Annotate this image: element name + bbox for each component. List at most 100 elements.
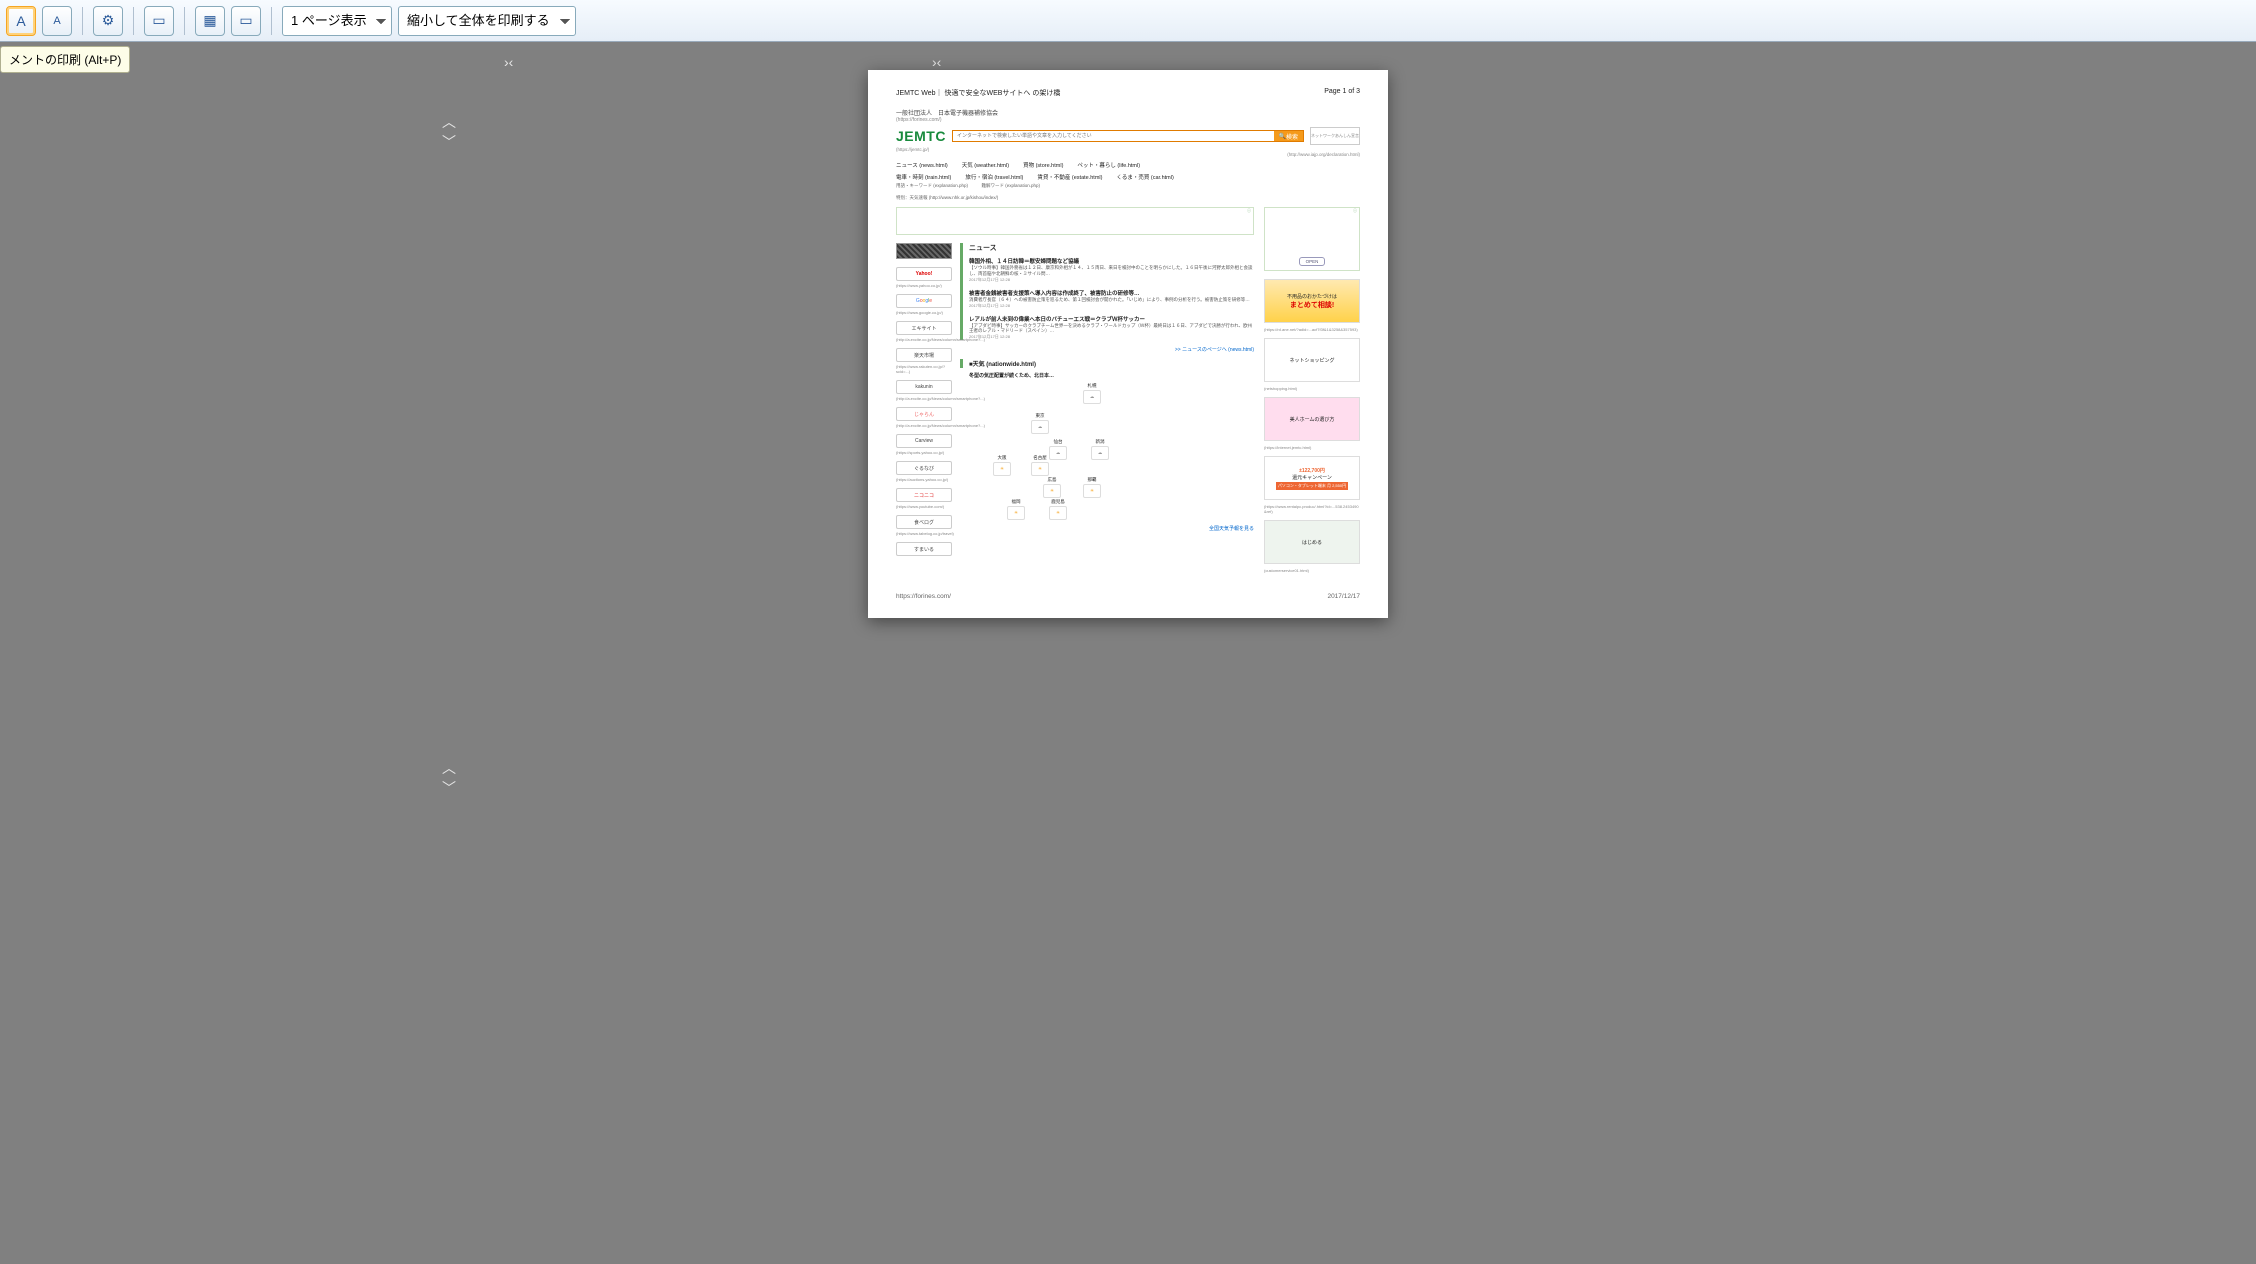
nav-item[interactable]: 電車・時刻 (train.html) [896,173,951,181]
portal-url: (https://www.rakuten.co.jp/?scid=...) [896,364,952,374]
sun-icon: ☀ [993,462,1011,476]
weather-city-name: 東京 [1026,413,1054,419]
side-banner[interactable]: ネットショッピング [1264,338,1360,382]
news-title[interactable]: レアルが前人未到の偉業へ本日のバチューエス戦＝クラブＷ杯サッカー [969,315,1254,323]
portal-link-google[interactable]: Google [896,294,952,308]
main-column: ⓘ Yahoo! (https://www.yahoo.co.jp/) Goog… [896,207,1254,579]
settings-gear-button[interactable]: ⚙ [93,6,123,36]
sun-icon: ☀ [1043,484,1061,498]
page-header-title: JEMTC Web｜ 快適で安全なWEBサイトへ の架け橋 [896,88,1060,98]
footer-url: https://forines.com/ [896,593,951,600]
news-desc: 【アブダビ時事】サッカーのクラブチーム世界一を決めるクラブ・ワールドカップ（Ｗ杯… [969,323,1254,335]
text-size-a-large-button[interactable]: A [6,6,36,36]
news-timestamp: 2017年12月17日 12:28 [969,334,1254,340]
ad-open-button[interactable]: OPEN [1299,257,1326,266]
ad-tag-icon: ⓘ [1247,208,1251,214]
portal-link[interactable]: すまいる [896,542,952,556]
weather-city: 福岡☀ [1002,499,1030,521]
weather-city: 東京☁ [1026,413,1054,435]
weather-map: 札幌☁東京☁仙台☁新潟☁大阪☀名古屋☀広島☀那覇☀福岡☀鹿児島☀ [966,383,1254,523]
side-banner[interactable]: ±122,700円 還元キャンペーン パソコン・タブレット端末 月 2,550円 [1264,456,1360,500]
portal-link[interactable]: kakunin [896,380,952,394]
content-columns: ⓘ Yahoo! (https://www.yahoo.co.jp/) Goog… [896,207,1360,579]
side-banner[interactable]: はじめる [1264,520,1360,564]
portal-link[interactable]: Carview [896,434,952,448]
ad-tag-icon: ⓘ [1353,208,1357,214]
nav-item[interactable]: 買物 (store.html) [1023,161,1063,169]
toolbar-separator [271,7,272,35]
portal-link[interactable]: じゃらん [896,407,952,421]
corp-line: 一般社団法人 日本電子機器補修協会 (https://forines.com/) [896,108,1360,123]
banner-url: (https://www.rentalpc.produc/.html?id=..… [1264,504,1360,514]
page-header: JEMTC Web｜ 快適で安全なWEBサイトへ の架け橋 Page 1 of … [896,88,1360,98]
news-timestamp: 2017年12月17日 12:28 [969,303,1254,309]
search-bar: 🔍 検索 [952,130,1304,142]
weather-city-name: 福岡 [1002,499,1030,505]
banner-line: はじめる [1302,539,1322,546]
print-scale-select[interactable]: 縮小して全体を印刷する [398,6,576,36]
side-banner[interactable]: 美人ホームの選び方 [1264,397,1360,441]
banner-url: (https://internet.jemtc.html) [1264,445,1360,450]
text-size-a-small-button[interactable]: A [42,6,72,36]
portal-link-yahoo[interactable]: Yahoo! [896,267,952,281]
weather-city: 名古屋☀ [1026,455,1054,477]
search-input[interactable] [953,131,1274,141]
site-logo: JEMTC [896,128,946,144]
badge-url: (http://www.iajp.org/declaration.html) [896,152,1360,157]
sun-icon: ☀ [1083,484,1101,498]
banner-price: ±122,700円 [1299,467,1325,474]
portal-url: (https://sports.yahoo.co.jp/) [896,450,952,455]
portal-url: (https://www.youtube.com/) [896,504,952,509]
banner-line: 還元キャンペーン [1292,474,1332,481]
portal-url: (http://a.excite.co.jp/News/column/smart… [896,396,952,401]
portal-url: (http://a.excite.co.jp/News/column/smart… [896,337,952,342]
print-preview-toolbar: A A ⚙ ▭ ▦ ▭ 1 ページ表示 縮小して全体を印刷する [0,0,2256,42]
toolbar-separator [133,7,134,35]
weather-city-name: 鹿児島 [1044,499,1072,505]
cloud-icon: ☁ [1091,446,1109,460]
news-title[interactable]: 韓国外相、１４日訪韓＝慰安婦問題など協議 [969,257,1254,265]
news-title[interactable]: 被害者金銭被害者支援策へ導入内容は作成終了、被害防止の研修等… [969,289,1254,297]
tertiary-nav: 用語・キーワード (explanation.php) 難解ワード (explan… [896,183,1360,189]
page-layout-button-1[interactable]: ▦ [195,6,225,36]
page-display-select[interactable]: 1 ページ表示 [282,6,392,36]
nav-item[interactable]: ニュース (news.html) [896,161,948,169]
side-banner[interactable]: 不用品のおかたづけは まとめて相談! [1264,279,1360,323]
news-block: ニュース 韓国外相、１４日訪韓＝慰安婦問題など協議 【ソウル時事】韓国外務省は１… [960,243,1254,340]
portal-url: (https://www.yahoo.co.jp/) [896,283,952,288]
page-footer: https://forines.com/ 2017/12/17 [896,593,1360,600]
news-timestamp: 2017年12月17日 12:28 [969,277,1254,283]
nav-item[interactable]: 賃貸・不動産 (estate.html) [1037,173,1102,181]
banner-url: (netshopping.html) [1264,386,1360,391]
weather-city: 新潟☁ [1086,439,1114,461]
ad-slot-main: ⓘ [896,207,1254,235]
portal-and-news: Yahoo! (https://www.yahoo.co.jp/) Google… [896,243,1254,564]
nav-item[interactable]: 天気 (weather.html) [962,161,1009,169]
news-item: 韓国外相、１４日訪韓＝慰安婦問題など協議 【ソウル時事】韓国外務省は１２日、康京… [969,257,1254,283]
weather-city-name: 大阪 [988,455,1016,461]
nav-item[interactable]: くるま・売買 (car.html) [1116,173,1173,181]
weather-city: 那覇☀ [1078,477,1106,499]
ad-slot-side: ⓘ OPEN [1264,207,1360,271]
safety-badge: ネットワークあんしん宣言 [1310,127,1360,145]
search-button[interactable]: 🔍 検索 [1274,131,1304,141]
orientation-portrait-button[interactable]: ▭ [144,6,174,36]
page-header-pagenum: Page 1 of 3 [1324,88,1360,98]
portal-link[interactable]: 食べログ [896,515,952,529]
portal-url: (https://www.google.co.jp/) [896,310,952,315]
banner-big-text: まとめて相談! [1290,300,1334,310]
page-layout-button-2[interactable]: ▭ [231,6,261,36]
weather-city-name: 新潟 [1086,439,1114,445]
portal-link[interactable]: エキサイト [896,321,952,335]
side-column: ⓘ OPEN 不用品のおかたづけは まとめて相談! (https://rd.an… [1264,207,1360,579]
portal-link[interactable]: ニコニコ [896,488,952,502]
portal-banner-icon [896,243,952,259]
gear-icon: ⚙ [102,12,115,29]
nav-item[interactable]: ペット・暮らし (life.html) [1077,161,1140,169]
portal-link[interactable]: ぐるなび [896,461,952,475]
portal-link[interactable]: 楽天市場 [896,348,952,362]
cloud-icon: ☁ [1083,390,1101,404]
nav-item[interactable]: 旅行・宿泊 (travel.html) [965,173,1023,181]
banner-url: (customerservice01.html) [1264,568,1360,573]
footer-date: 2017/12/17 [1327,593,1360,600]
